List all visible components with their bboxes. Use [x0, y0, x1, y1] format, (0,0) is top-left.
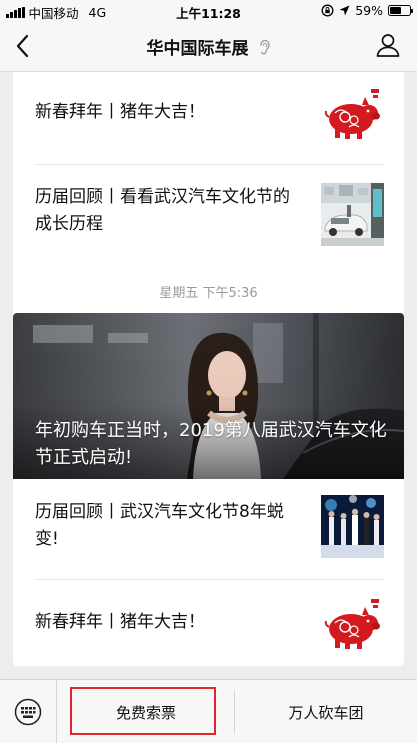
status-right: 59% — [321, 3, 413, 18]
car-showroom-thumbnail — [321, 183, 384, 246]
article-row[interactable]: 新春拜年丨猪年大吉！ — [13, 72, 404, 164]
nav-bar: 华中国际车展 — [0, 20, 417, 72]
article-row[interactable]: 历届回顾丨武汉汽车文化节8年蜕变! — [13, 479, 404, 579]
profile-button[interactable] — [375, 32, 401, 58]
article-title: 历届回顾丨武汉汽车文化节8年蜕变! — [35, 502, 284, 549]
page-title-text: 华中国际车展 — [146, 39, 249, 59]
article-row[interactable]: 新春拜年丨猪年大吉！ — [13, 579, 404, 666]
chat-feed[interactable]: 新春拜年丨猪年大吉！ 历届回顾丨看看武汉汽车文化节的成长历程 星期五 下午5:3… — [0, 72, 417, 679]
bottom-menu-bar: 免费索票 万人砍车团 — [0, 679, 417, 743]
location-arrow-icon — [339, 5, 350, 16]
article-title: 新春拜年丨猪年大吉！ — [35, 612, 205, 632]
status-bar: 中国移动 4G 上午11:28 59% — [0, 0, 417, 21]
article-card: 年初购车正当时，2019第八届武汉汽车文化节正式启动! 历届回顾丨武汉汽车文化节… — [13, 313, 404, 666]
ear-icon — [260, 39, 271, 55]
keyboard-icon — [14, 698, 42, 726]
article-title: 历届回顾丨看看武汉汽车文化节的成长历程 — [35, 187, 290, 234]
group-buy-menu-button[interactable]: 万人砍车团 — [235, 680, 417, 743]
battery-icon — [388, 5, 413, 16]
message-timestamp: 星期五 下午5:36 — [159, 286, 258, 301]
red-pig-thumbnail — [321, 593, 384, 656]
red-pig-thumbnail — [321, 83, 384, 146]
hero-article[interactable]: 年初购车正当时，2019第八届武汉汽车文化节正式启动! — [13, 313, 404, 479]
page-title: 华中国际车展 — [0, 34, 417, 59]
article-row[interactable]: 历届回顾丨看看武汉汽车文化节的成长历程 — [13, 164, 404, 264]
battery-level — [390, 7, 402, 14]
keyboard-toggle-button[interactable] — [0, 680, 57, 743]
free-ticket-menu-button[interactable]: 免费索票 — [57, 680, 235, 743]
article-title: 新春拜年丨猪年大吉！ — [35, 102, 205, 122]
hero-title: 年初购车正当时，2019第八届武汉汽车文化节正式启动! — [35, 420, 387, 468]
battery-percent: 59% — [355, 3, 383, 18]
lock-rotation-icon — [321, 4, 334, 17]
stage-models-thumbnail — [321, 495, 384, 558]
profile-icon — [376, 34, 400, 57]
